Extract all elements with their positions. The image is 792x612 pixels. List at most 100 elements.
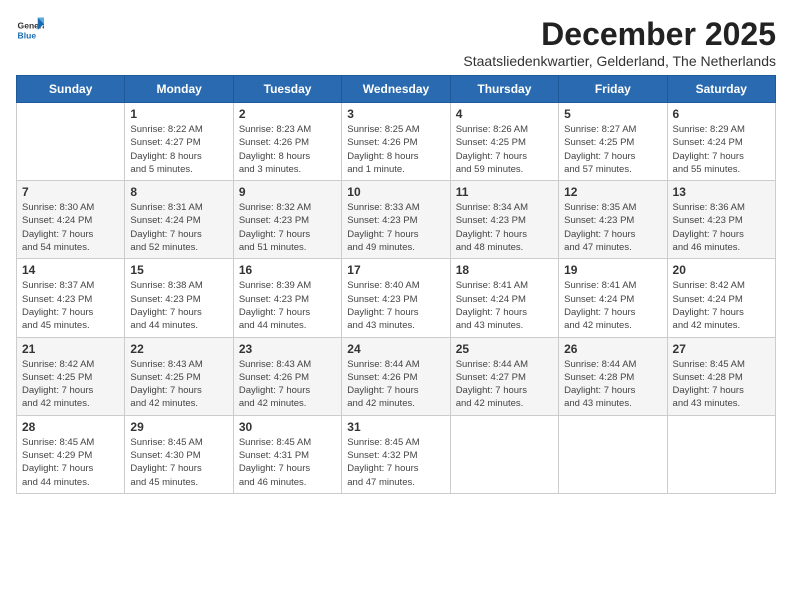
- calendar-cell: 12 Sunrise: 8:35 AMSunset: 4:23 PMDayligh…: [559, 181, 667, 259]
- calendar-cell: 2Sunrise: 8:23 AMSunset: 4:26 PMDaylight…: [233, 103, 341, 181]
- day-info: Sunrise: 8:45 AMSunset: 4:30 PMDaylight:…: [130, 436, 227, 489]
- calendar-table: SundayMondayTuesdayWednesdayThursdayFrid…: [16, 75, 776, 494]
- logo-icon: General Blue: [16, 16, 44, 44]
- calendar-cell: 8 Sunrise: 8:31 AMSunset: 4:24 PMDaylight…: [125, 181, 233, 259]
- calendar-week-5: 28Sunrise: 8:45 AMSunset: 4:29 PMDayligh…: [17, 415, 776, 493]
- svg-text:Blue: Blue: [18, 31, 37, 41]
- day-number: 16: [239, 263, 336, 277]
- day-number: 15: [130, 263, 227, 277]
- day-number: 28: [22, 420, 119, 434]
- day-number: 4: [456, 107, 553, 121]
- calendar-week-1: 1 Sunrise: 8:22 AMSunset: 4:27 PMDaylight…: [17, 103, 776, 181]
- day-number: 31: [347, 420, 444, 434]
- day-info: Sunrise: 8:42 AMSunset: 4:24 PMDaylight:…: [673, 279, 770, 332]
- calendar-cell: 28Sunrise: 8:45 AMSunset: 4:29 PMDayligh…: [17, 415, 125, 493]
- month-title: December 2025: [463, 16, 776, 53]
- calendar-cell: 7 Sunrise: 8:30 AMSunset: 4:24 PMDaylight…: [17, 181, 125, 259]
- calendar-cell: 25Sunrise: 8:44 AMSunset: 4:27 PMDayligh…: [450, 337, 558, 415]
- calendar-cell: 4 Sunrise: 8:26 AMSunset: 4:25 PMDaylight…: [450, 103, 558, 181]
- calendar-cell: 11 Sunrise: 8:34 AMSunset: 4:23 PMDayligh…: [450, 181, 558, 259]
- day-info: Sunrise: 8:44 AMSunset: 4:28 PMDaylight:…: [564, 358, 661, 411]
- day-number: 22: [130, 342, 227, 356]
- calendar-cell: 19Sunrise: 8:41 AMSunset: 4:24 PMDayligh…: [559, 259, 667, 337]
- calendar-cell: 6 Sunrise: 8:29 AMSunset: 4:24 PMDaylight…: [667, 103, 775, 181]
- day-number: 23: [239, 342, 336, 356]
- day-number: 5: [564, 107, 661, 121]
- calendar-cell: 26Sunrise: 8:44 AMSunset: 4:28 PMDayligh…: [559, 337, 667, 415]
- day-info: Sunrise: 8:35 AMSunset: 4:23 PMDaylight:…: [564, 201, 661, 254]
- day-info: Sunrise: 8:27 AMSunset: 4:25 PMDaylight:…: [564, 123, 661, 176]
- day-info: Sunrise: 8:44 AMSunset: 4:26 PMDaylight:…: [347, 358, 444, 411]
- calendar-cell: 21 Sunrise: 8:42 AMSunset: 4:25 PMDayligh…: [17, 337, 125, 415]
- col-header-friday: Friday: [559, 76, 667, 103]
- col-header-sunday: Sunday: [17, 76, 125, 103]
- calendar-week-4: 21 Sunrise: 8:42 AMSunset: 4:25 PMDayligh…: [17, 337, 776, 415]
- page-header: General Blue December 2025 Staatsliedenk…: [16, 16, 776, 69]
- col-header-monday: Monday: [125, 76, 233, 103]
- day-number: 20: [673, 263, 770, 277]
- logo: General Blue: [16, 16, 44, 44]
- day-info: Sunrise: 8:40 AMSunset: 4:23 PMDaylight:…: [347, 279, 444, 332]
- day-info: Sunrise: 8:34 AMSunset: 4:23 PMDaylight:…: [456, 201, 553, 254]
- day-number: 25: [456, 342, 553, 356]
- day-number: 24: [347, 342, 444, 356]
- day-number: 12: [564, 185, 661, 199]
- calendar-cell: 1 Sunrise: 8:22 AMSunset: 4:27 PMDaylight…: [125, 103, 233, 181]
- day-number: 18: [456, 263, 553, 277]
- day-number: 14: [22, 263, 119, 277]
- day-info: Sunrise: 8:23 AMSunset: 4:26 PMDaylight:…: [239, 123, 336, 176]
- calendar-cell: 5 Sunrise: 8:27 AMSunset: 4:25 PMDaylight…: [559, 103, 667, 181]
- day-info: Sunrise: 8:41 AMSunset: 4:24 PMDaylight:…: [564, 279, 661, 332]
- calendar-cell: 24 Sunrise: 8:44 AMSunset: 4:26 PMDayligh…: [342, 337, 450, 415]
- day-number: 13: [673, 185, 770, 199]
- col-header-wednesday: Wednesday: [342, 76, 450, 103]
- day-number: 17: [347, 263, 444, 277]
- day-info: Sunrise: 8:43 AMSunset: 4:25 PMDaylight:…: [130, 358, 227, 411]
- calendar-cell: [559, 415, 667, 493]
- calendar-cell: [450, 415, 558, 493]
- day-info: Sunrise: 8:26 AMSunset: 4:25 PMDaylight:…: [456, 123, 553, 176]
- day-info: Sunrise: 8:39 AMSunset: 4:23 PMDaylight:…: [239, 279, 336, 332]
- calendar-cell: 20 Sunrise: 8:42 AMSunset: 4:24 PMDayligh…: [667, 259, 775, 337]
- calendar-week-3: 14Sunrise: 8:37 AMSunset: 4:23 PMDayligh…: [17, 259, 776, 337]
- calendar-cell: 17 Sunrise: 8:40 AMSunset: 4:23 PMDayligh…: [342, 259, 450, 337]
- day-number: 8: [130, 185, 227, 199]
- day-number: 10: [347, 185, 444, 199]
- day-info: Sunrise: 8:29 AMSunset: 4:24 PMDaylight:…: [673, 123, 770, 176]
- day-info: Sunrise: 8:30 AMSunset: 4:24 PMDaylight:…: [22, 201, 119, 254]
- day-number: 9: [239, 185, 336, 199]
- calendar-cell: 22 Sunrise: 8:43 AMSunset: 4:25 PMDayligh…: [125, 337, 233, 415]
- day-info: Sunrise: 8:38 AMSunset: 4:23 PMDaylight:…: [130, 279, 227, 332]
- calendar-cell: 10Sunrise: 8:33 AMSunset: 4:23 PMDayligh…: [342, 181, 450, 259]
- day-info: Sunrise: 8:45 AMSunset: 4:28 PMDaylight:…: [673, 358, 770, 411]
- day-info: Sunrise: 8:32 AMSunset: 4:23 PMDaylight:…: [239, 201, 336, 254]
- day-number: 6: [673, 107, 770, 121]
- location-subtitle: Staatsliedenkwartier, Gelderland, The Ne…: [463, 53, 776, 69]
- calendar-cell: 18 Sunrise: 8:41 AMSunset: 4:24 PMDayligh…: [450, 259, 558, 337]
- day-info: Sunrise: 8:45 AMSunset: 4:31 PMDaylight:…: [239, 436, 336, 489]
- calendar-cell: 14Sunrise: 8:37 AMSunset: 4:23 PMDayligh…: [17, 259, 125, 337]
- day-number: 1: [130, 107, 227, 121]
- calendar-cell: 31Sunrise: 8:45 AMSunset: 4:32 PMDayligh…: [342, 415, 450, 493]
- calendar-cell: 30Sunrise: 8:45 AMSunset: 4:31 PMDayligh…: [233, 415, 341, 493]
- day-info: Sunrise: 8:31 AMSunset: 4:24 PMDaylight:…: [130, 201, 227, 254]
- calendar-cell: 23 Sunrise: 8:43 AMSunset: 4:26 PMDayligh…: [233, 337, 341, 415]
- day-number: 29: [130, 420, 227, 434]
- col-header-saturday: Saturday: [667, 76, 775, 103]
- day-info: Sunrise: 8:43 AMSunset: 4:26 PMDaylight:…: [239, 358, 336, 411]
- calendar-week-2: 7 Sunrise: 8:30 AMSunset: 4:24 PMDaylight…: [17, 181, 776, 259]
- day-info: Sunrise: 8:42 AMSunset: 4:25 PMDaylight:…: [22, 358, 119, 411]
- day-number: 7: [22, 185, 119, 199]
- day-info: Sunrise: 8:25 AMSunset: 4:26 PMDaylight:…: [347, 123, 444, 176]
- day-number: 3: [347, 107, 444, 121]
- day-info: Sunrise: 8:22 AMSunset: 4:27 PMDaylight:…: [130, 123, 227, 176]
- title-area: December 2025 Staatsliedenkwartier, Geld…: [463, 16, 776, 69]
- day-info: Sunrise: 8:41 AMSunset: 4:24 PMDaylight:…: [456, 279, 553, 332]
- day-number: 11: [456, 185, 553, 199]
- col-header-tuesday: Tuesday: [233, 76, 341, 103]
- calendar-cell: 29 Sunrise: 8:45 AMSunset: 4:30 PMDayligh…: [125, 415, 233, 493]
- calendar-cell: 27Sunrise: 8:45 AMSunset: 4:28 PMDayligh…: [667, 337, 775, 415]
- calendar-cell: 13Sunrise: 8:36 AMSunset: 4:23 PMDayligh…: [667, 181, 775, 259]
- day-number: 21: [22, 342, 119, 356]
- calendar-cell: 3 Sunrise: 8:25 AMSunset: 4:26 PMDaylight…: [342, 103, 450, 181]
